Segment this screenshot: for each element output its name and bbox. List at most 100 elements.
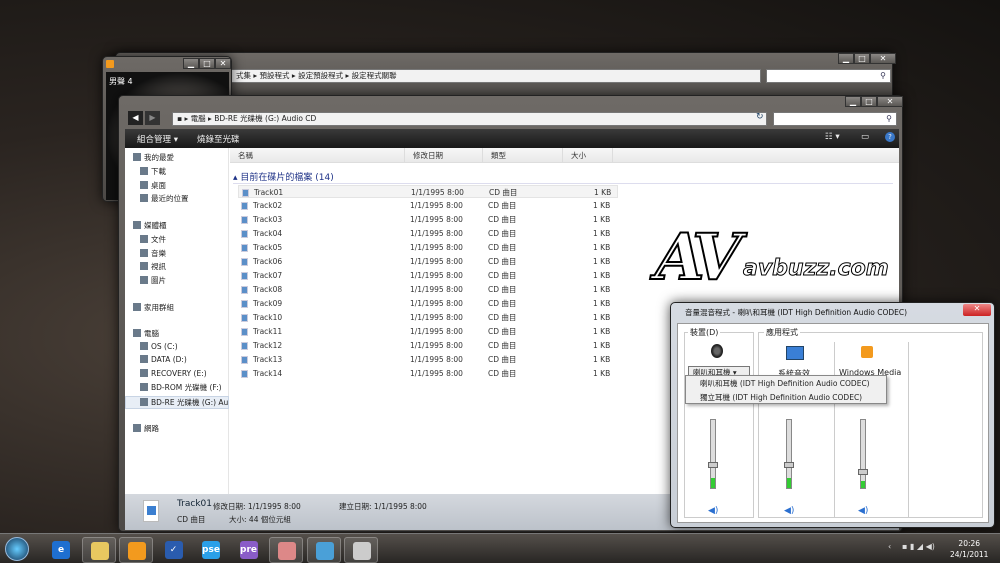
- file-row[interactable]: Track06 1/1/1995 8:00 CD 曲目 1 KB: [238, 255, 618, 268]
- sidebar-item[interactable]: 我的最愛: [133, 152, 174, 163]
- volume-slider[interactable]: [708, 419, 718, 489]
- sidebar-item[interactable]: OS (C:): [140, 342, 178, 351]
- maximize-button[interactable]: □: [861, 96, 877, 107]
- sidebar-item[interactable]: BD-ROM 光碟機 (F:): [140, 382, 222, 393]
- minimize-button[interactable]: ▁: [845, 96, 861, 107]
- start-button[interactable]: [5, 537, 29, 561]
- sidebar-item[interactable]: BD-RE 光碟機 (G:) Au: [125, 396, 229, 409]
- sidebar-item[interactable]: DATA (D:): [140, 355, 187, 364]
- volume-slider[interactable]: [784, 419, 794, 489]
- maximize-button[interactable]: □: [854, 53, 870, 64]
- file-row[interactable]: Track10 1/1/1995 8:00 CD 曲目 1 KB: [238, 311, 618, 324]
- sidebar-item[interactable]: 音樂: [140, 248, 166, 259]
- volume-mixer-window[interactable]: 音量混音程式 - 喇叭和耳機 (IDT High Definition Audi…: [670, 302, 995, 528]
- sidebar-item[interactable]: 媒體櫃: [133, 220, 167, 231]
- back-button[interactable]: ◀: [128, 111, 143, 125]
- tray-icons[interactable]: ▪ ▮ ◢ ◀): [902, 542, 935, 551]
- show-hidden-icons[interactable]: ‹: [888, 542, 891, 551]
- sidebar-item-icon: [140, 181, 148, 189]
- taskbar-media-player-button[interactable]: [119, 537, 153, 563]
- column-date[interactable]: 修改日期: [405, 148, 483, 163]
- breadcrumb-item[interactable]: 設定程式關聯: [352, 71, 397, 80]
- volume-slider[interactable]: [858, 419, 868, 489]
- sidebar-item[interactable]: RECOVERY (E:): [140, 369, 207, 378]
- breadcrumb-drive[interactable]: BD-RE 光碟機 (G:) Audio CD: [214, 114, 316, 123]
- file-row[interactable]: Track02 1/1/1995 8:00 CD 曲目 1 KB: [238, 199, 618, 212]
- apps-group-label: 應用程式: [764, 327, 800, 338]
- minimize-button[interactable]: ▁: [838, 53, 854, 64]
- breadcrumb-item[interactable]: 設定預設程式: [298, 71, 343, 80]
- mute-button[interactable]: ◀): [784, 506, 794, 516]
- sidebar-item[interactable]: 家用群組: [133, 302, 174, 313]
- column-name[interactable]: 名稱: [230, 148, 405, 163]
- close-button[interactable]: ✕: [963, 304, 991, 316]
- view-options-icon[interactable]: ☷ ▾: [825, 132, 840, 142]
- column-size[interactable]: 大小: [563, 148, 613, 163]
- burn-button[interactable]: 燒錄至光碟: [197, 133, 240, 145]
- sidebar-item[interactable]: 下載: [140, 166, 166, 177]
- sidebar-item[interactable]: 桌面: [140, 180, 166, 191]
- taskbar-speaker-button[interactable]: [344, 537, 378, 563]
- close-button[interactable]: ✕: [215, 58, 231, 69]
- file-name: Track08: [253, 285, 283, 294]
- organize-button[interactable]: 組合管理 ▾: [137, 133, 178, 145]
- breadcrumb-item[interactable]: 預設程式: [260, 71, 290, 80]
- media-player-icon: [106, 60, 114, 68]
- file-row[interactable]: Track09 1/1/1995 8:00 CD 曲目 1 KB: [238, 297, 618, 310]
- file-row[interactable]: Track07 1/1/1995 8:00 CD 曲目 1 KB: [238, 269, 618, 282]
- taskbar-ie-button[interactable]: e: [44, 537, 78, 563]
- search-input[interactable]: ⚲: [766, 69, 891, 83]
- taskbar-display-button[interactable]: [306, 537, 341, 563]
- slider-thumb[interactable]: [708, 461, 718, 468]
- device-dropdown[interactable]: 喇叭和耳機 (IDT High Definition Audio CODEC) …: [685, 375, 887, 404]
- dropdown-option[interactable]: 獨立耳機 (IDT High Definition Audio CODEC): [686, 391, 886, 404]
- sidebar-item[interactable]: 圖片: [140, 275, 166, 286]
- help-icon[interactable]: ?: [885, 132, 895, 142]
- breadcrumb-item[interactable]: 式集: [236, 71, 251, 80]
- taskbar-check-button[interactable]: ✓: [157, 537, 191, 563]
- file-row[interactable]: Track08 1/1/1995 8:00 CD 曲目 1 KB: [238, 283, 618, 296]
- clock[interactable]: 20:26 24/1/2011: [950, 538, 988, 560]
- preview-pane-icon[interactable]: ▭: [861, 132, 869, 142]
- group-header[interactable]: ▴ 目前在碟片的檔案 (14): [233, 170, 893, 184]
- file-row[interactable]: Track03 1/1/1995 8:00 CD 曲目 1 KB: [238, 213, 618, 226]
- minimize-button[interactable]: ▁: [183, 58, 199, 69]
- sidebar-item-label: 媒體櫃: [144, 221, 167, 230]
- sidebar-item[interactable]: 視訊: [140, 261, 166, 272]
- sidebar-item-icon: [140, 369, 148, 377]
- mute-button[interactable]: ◀): [858, 506, 868, 516]
- mute-button[interactable]: ◀): [708, 506, 718, 516]
- sidebar-item-label: OS (C:): [151, 342, 178, 351]
- file-row[interactable]: Track05 1/1/1995 8:00 CD 曲目 1 KB: [238, 241, 618, 254]
- search-input[interactable]: ⚲: [773, 112, 897, 126]
- taskbar-pse-button[interactable]: pse: [194, 537, 228, 563]
- forward-button[interactable]: ▶: [145, 111, 160, 125]
- sidebar-item[interactable]: 網路: [133, 423, 159, 434]
- taskbar-paint-button[interactable]: [269, 537, 303, 563]
- taskbar-explorer-button[interactable]: [81, 537, 116, 563]
- slider-thumb[interactable]: [858, 468, 868, 475]
- address-bar[interactable]: ▪ ▸ 電腦 ▸ BD-RE 光碟機 (G:) Audio CD: [172, 112, 767, 126]
- column-type[interactable]: 類型: [483, 148, 563, 163]
- taskbar-pre-button[interactable]: pre: [232, 537, 266, 563]
- dropdown-option[interactable]: 喇叭和耳機 (IDT High Definition Audio CODEC): [686, 376, 886, 391]
- refresh-button[interactable]: ↻: [756, 112, 764, 122]
- address-bar[interactable]: 式集 ▸ 預設程式 ▸ 設定預設程式 ▸ 設定程式關聯: [231, 69, 761, 83]
- file-row[interactable]: Track04 1/1/1995 8:00 CD 曲目 1 KB: [238, 227, 618, 240]
- sidebar-item[interactable]: 文件: [140, 234, 166, 245]
- close-button[interactable]: ✕: [870, 53, 896, 64]
- cd-track-icon: [241, 202, 248, 210]
- file-row[interactable]: Track12 1/1/1995 8:00 CD 曲目 1 KB: [238, 339, 618, 352]
- file-row[interactable]: Track14 1/1/1995 8:00 CD 曲目 1 KB: [238, 367, 618, 380]
- maximize-button[interactable]: □: [199, 58, 215, 69]
- file-type: CD 曲目: [488, 299, 517, 308]
- slider-thumb[interactable]: [784, 461, 794, 468]
- file-row[interactable]: Track11 1/1/1995 8:00 CD 曲目 1 KB: [238, 325, 618, 338]
- close-button[interactable]: ✕: [877, 96, 903, 107]
- file-row[interactable]: Track13 1/1/1995 8:00 CD 曲目 1 KB: [238, 353, 618, 366]
- window-controls[interactable]: ▁ □ ✕: [838, 53, 896, 64]
- sidebar-item[interactable]: 電腦: [133, 328, 159, 339]
- breadcrumb-computer[interactable]: 電腦: [191, 114, 206, 123]
- sidebar-item[interactable]: 最近的位置: [140, 193, 189, 204]
- file-row[interactable]: Track01 1/1/1995 8:00 CD 曲目 1 KB: [238, 185, 618, 198]
